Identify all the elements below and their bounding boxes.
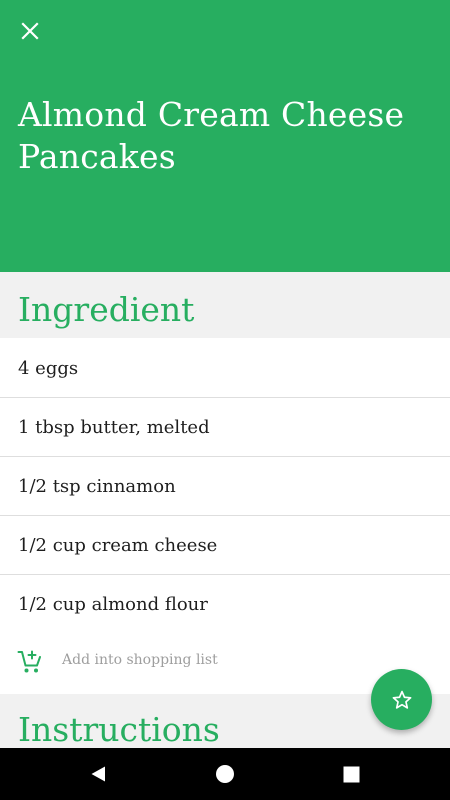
- star-outline-icon: [392, 690, 411, 709]
- ingredient-section-header: Ingredient: [0, 272, 450, 338]
- add-to-shopping-list-label: Add into shopping list: [62, 652, 218, 668]
- close-icon: [21, 22, 39, 40]
- recipe-title: Almond Cream Cheese Pancakes: [18, 95, 405, 176]
- system-navigation-bar: [0, 748, 450, 800]
- favorite-button[interactable]: [371, 669, 432, 730]
- ingredient-item: 1 tbsp butter, melted: [0, 398, 450, 457]
- ingredient-list: 4 eggs 1 tbsp butter, melted 1/2 tsp cin…: [0, 339, 450, 634]
- recents-button[interactable]: [338, 761, 364, 787]
- recipe-header: Almond Cream Cheese Pancakes: [0, 0, 450, 272]
- ingredient-item: 1/2 cup cream cheese: [0, 516, 450, 575]
- instructions-heading: Instructions: [18, 710, 220, 749]
- add-shopping-cart-icon: [17, 650, 41, 673]
- close-button[interactable]: [10, 11, 50, 51]
- ingredient-item: 4 eggs: [0, 339, 450, 398]
- back-triangle-icon: [91, 766, 105, 782]
- home-button[interactable]: [212, 761, 238, 787]
- ingredient-heading: Ingredient: [18, 290, 195, 329]
- home-circle-icon: [216, 765, 234, 783]
- ingredient-item: 1/2 tsp cinnamon: [0, 457, 450, 516]
- back-button[interactable]: [85, 761, 111, 787]
- ingredient-item: 1/2 cup almond flour: [0, 575, 450, 634]
- recipe-screen: Almond Cream Cheese Pancakes Ingredient …: [0, 0, 450, 800]
- recents-square-icon: [343, 766, 359, 782]
